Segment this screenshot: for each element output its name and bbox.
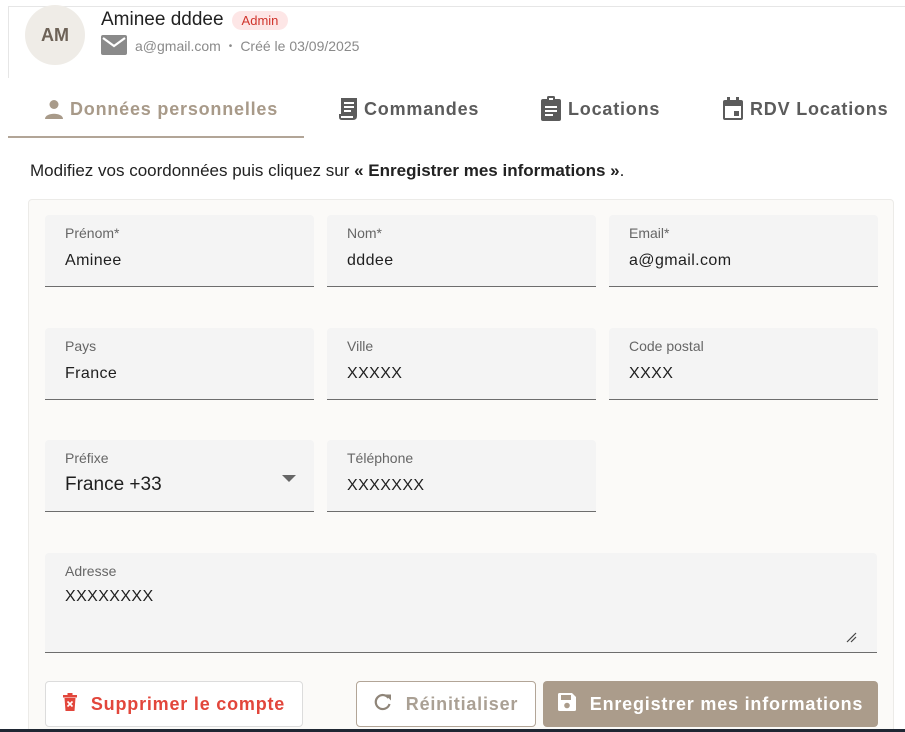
- intro-prefix: Modifiez vos coordonnées puis cliquez su…: [30, 161, 355, 180]
- person-icon: [44, 99, 64, 119]
- tab-donnees-personnelles[interactable]: Données personnelles: [44, 80, 278, 138]
- calendar-icon: [722, 97, 744, 121]
- field-label: Ville: [347, 338, 374, 354]
- field-value: XXXX: [629, 365, 674, 382]
- field-label: Nom*: [347, 225, 383, 241]
- adresse-textarea[interactable]: Adresse XXXXXXXX: [45, 553, 877, 653]
- button-label: Réinitialiser: [405, 693, 519, 714]
- meta-separator: •: [228, 40, 233, 52]
- intro-text: Modifiez vos coordonnées puis cliquez su…: [30, 161, 624, 181]
- save-icon: [557, 692, 576, 716]
- field-value: XXXXXXX: [347, 477, 425, 494]
- tab-label: Données personnelles: [70, 98, 279, 119]
- user-name: Aminee dddee: [101, 9, 224, 30]
- tab-label: Commandes: [364, 98, 480, 119]
- prefixe-select[interactable]: Préfixe France +33: [45, 440, 314, 512]
- email-field[interactable]: Email* a@gmail.com: [609, 215, 878, 287]
- pays-field[interactable]: Pays France: [45, 328, 314, 400]
- field-label: Prénom*: [65, 225, 120, 241]
- tab-rdv-locations[interactable]: RDV Locations: [722, 80, 888, 138]
- nom-field[interactable]: Nom* dddee: [327, 215, 596, 287]
- field-value: a@gmail.com: [629, 252, 732, 269]
- telephone-field[interactable]: Téléphone XXXXXXX: [327, 440, 596, 512]
- ville-field[interactable]: Ville XXXXX: [327, 328, 596, 400]
- tab-label: RDV Locations: [750, 98, 889, 119]
- refresh-icon: [374, 693, 392, 716]
- field-label: Adresse: [65, 563, 117, 579]
- field-value: XXXXX: [347, 365, 403, 382]
- mail-icon: [101, 35, 127, 57]
- intro-emphasis: « Enregistrer mes informations »: [354, 161, 620, 180]
- user-name-row: Aminee dddee Admin: [101, 9, 289, 31]
- user-meta: a@gmail.com • Créé le 03/09/2025: [101, 35, 359, 57]
- save-info-button[interactable]: Enregistrer mes informations: [543, 681, 878, 727]
- prenom-field[interactable]: Prénom* Aminee: [45, 215, 314, 287]
- profile-page: AM Aminee dddee Admin a@gmail.com • Créé…: [0, 0, 905, 732]
- field-label: Code postal: [629, 338, 704, 354]
- field-value: dddee: [347, 252, 394, 269]
- code-postal-field[interactable]: Code postal XXXX: [609, 328, 878, 400]
- user-email: a@gmail.com: [135, 38, 221, 54]
- button-label: Supprimer le compte: [90, 693, 286, 714]
- profile-tabs: Données personnelles Commandes Locations…: [8, 80, 905, 140]
- field-label: Préfixe: [65, 450, 109, 466]
- trash-icon: [62, 692, 77, 716]
- field-value: Aminee: [65, 252, 122, 269]
- field-label: Pays: [65, 338, 97, 354]
- field-label: Téléphone: [347, 450, 414, 466]
- receipt-icon: [338, 97, 358, 121]
- reset-button[interactable]: Réinitialiser: [356, 681, 536, 727]
- role-badge: Admin: [231, 10, 289, 30]
- tab-locations[interactable]: Locations: [540, 80, 660, 138]
- delete-account-button[interactable]: Supprimer le compte: [45, 681, 303, 727]
- created-date: Créé le 03/09/2025: [240, 38, 360, 54]
- active-tab-indicator: [8, 136, 304, 138]
- field-label: Email*: [629, 225, 670, 241]
- intro-suffix: .: [619, 161, 625, 180]
- field-value: France +33: [65, 474, 162, 495]
- caret-down-icon: [282, 470, 296, 482]
- field-value: XXXXXXXX: [65, 588, 154, 605]
- tab-label: Locations: [568, 98, 661, 119]
- avatar: AM: [25, 5, 85, 65]
- resize-handle-icon[interactable]: [845, 630, 857, 643]
- button-label: Enregistrer mes informations: [589, 693, 864, 714]
- clipboard-icon: [540, 96, 562, 122]
- field-value: France: [65, 365, 118, 382]
- tab-commandes[interactable]: Commandes: [338, 80, 479, 138]
- user-header-card: AM Aminee dddee Admin a@gmail.com • Créé…: [8, 5, 905, 78]
